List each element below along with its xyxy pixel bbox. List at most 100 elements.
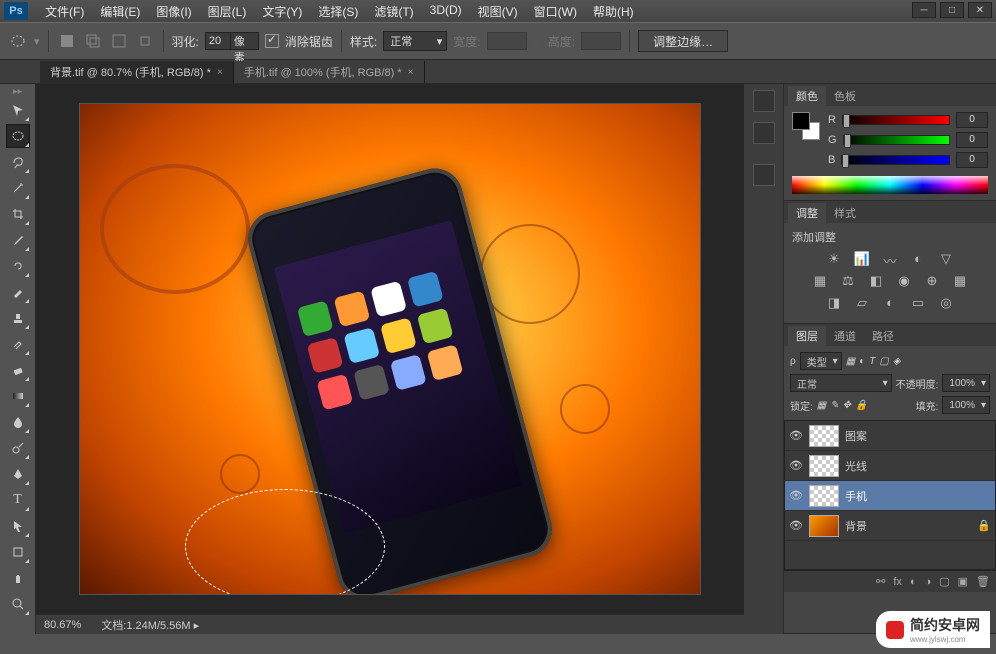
canvas-viewport[interactable] [36,84,744,614]
maximize-button[interactable]: □ [940,2,964,18]
dodge-tool[interactable] [6,436,30,460]
hue-icon[interactable]: ▦ [811,273,829,289]
posterize-icon[interactable]: ▱ [853,295,871,311]
tab-styles[interactable]: 样式 [826,203,864,223]
gradient-tool[interactable] [6,384,30,408]
menu-image[interactable]: 图像(I) [149,1,198,22]
lock-paint-icon[interactable]: ✎ [830,400,838,411]
menu-type[interactable]: 文字(Y) [255,1,309,22]
history-brush-tool[interactable] [6,332,30,356]
spectrum-picker[interactable] [792,176,988,194]
fg-bg-color[interactable] [792,112,820,140]
new-fill-icon[interactable]: ◑ [925,576,932,588]
close-button[interactable]: ✕ [968,2,992,18]
minimize-button[interactable]: ─ [912,2,936,18]
layer-filter-dropdown[interactable]: 类型 [800,352,842,370]
sub-selection-icon[interactable] [109,31,129,51]
b-value[interactable]: 0 [956,152,988,168]
doc-tab-active[interactable]: 背景.tif @ 80.7% (手机, RGB/8) *× [40,61,234,83]
marquee-selection[interactable] [185,489,385,594]
blend-mode-dropdown[interactable]: 正常 [790,374,892,392]
filter-shape-icon[interactable]: ▢ [879,356,888,367]
lock-transparency-icon[interactable]: ▦ [817,400,826,411]
photo-filter-icon[interactable]: ◉ [895,273,913,289]
menu-select[interactable]: 选择(S) [311,1,365,22]
move-tool[interactable] [6,98,30,122]
layer-item[interactable]: 👁图案 [785,421,995,451]
eraser-tool[interactable] [6,358,30,382]
pen-tool[interactable] [6,462,30,486]
layer-thumb[interactable] [809,485,839,507]
stamp-tool[interactable] [6,306,30,330]
balance-icon[interactable]: ⚖ [839,273,857,289]
marquee-tool[interactable] [6,124,30,148]
panel-icon-2[interactable] [753,122,775,144]
lasso-tool[interactable] [6,150,30,174]
link-icon[interactable]: ⚯ [876,575,885,588]
close-icon[interactable]: × [408,67,414,78]
crop-tool[interactable] [6,202,30,226]
wand-tool[interactable] [6,176,30,200]
invert-icon[interactable]: ◨ [825,295,843,311]
eye-icon[interactable]: 👁 [789,519,803,532]
lock-position-icon[interactable]: ✥ [843,400,851,411]
add-selection-icon[interactable] [83,31,103,51]
layer-name[interactable]: 背景 [845,518,867,534]
canvas[interactable] [80,104,700,594]
menu-3d[interactable]: 3D(D) [423,1,469,22]
close-icon[interactable]: × [217,67,223,78]
lock-all-icon[interactable]: 🔒 [855,400,867,411]
opacity-input[interactable]: 100% [942,374,990,392]
menu-help[interactable]: 帮助(H) [586,1,641,22]
g-value[interactable]: 0 [956,132,988,148]
type-tool[interactable]: T [6,488,30,512]
layer-item[interactable]: 👁光线 [785,451,995,481]
trash-icon[interactable]: 🗑 [976,575,990,588]
layer-thumb[interactable] [809,515,839,537]
tab-adjustments[interactable]: 调整 [788,203,826,223]
layer-name[interactable]: 手机 [845,488,867,504]
zoom-tool[interactable] [6,592,30,616]
r-value[interactable]: 0 [956,112,988,128]
gradient-map-icon[interactable]: ▭ [909,295,927,311]
lookup-icon[interactable]: ▦ [951,273,969,289]
heal-tool[interactable] [6,254,30,278]
shape-tool[interactable] [6,540,30,564]
layer-thumb[interactable] [809,425,839,447]
levels-icon[interactable]: 📊 [853,251,871,267]
layer-name[interactable]: 光线 [845,458,867,474]
tab-layers[interactable]: 图层 [788,326,826,346]
mask-icon[interactable]: ◐ [910,576,917,588]
menu-file[interactable]: 文件(F) [38,1,91,22]
tab-paths[interactable]: 路径 [864,326,902,346]
fill-input[interactable]: 100% [942,396,990,414]
new-selection-icon[interactable] [57,31,77,51]
menu-view[interactable]: 视图(V) [471,1,525,22]
path-select-tool[interactable] [6,514,30,538]
style-dropdown[interactable]: 正常 [383,31,447,51]
threshold-icon[interactable]: ◐ [881,295,899,311]
panel-icon-3[interactable] [753,164,775,186]
r-slider[interactable] [842,115,950,125]
vibrance-icon[interactable]: ▽ [937,251,955,267]
blur-tool[interactable] [6,410,30,434]
eye-icon[interactable]: 👁 [789,489,803,502]
tab-channels[interactable]: 通道 [826,326,864,346]
layer-thumb[interactable] [809,455,839,477]
fx-icon[interactable]: fx [893,576,902,588]
menu-layer[interactable]: 图层(L) [201,1,254,22]
curves-icon[interactable]: 〰 [881,251,899,267]
brightness-icon[interactable]: ☀ [825,251,843,267]
mixer-icon[interactable]: ⊕ [923,273,941,289]
antialias-checkbox[interactable] [265,34,279,48]
menu-window[interactable]: 窗口(W) [527,1,584,22]
tab-color[interactable]: 颜色 [788,86,826,106]
tab-swatches[interactable]: 色板 [826,86,864,106]
bw-icon[interactable]: ◧ [867,273,885,289]
feather-input[interactable] [205,32,231,50]
panel-icon-1[interactable] [753,90,775,112]
menu-filter[interactable]: 滤镜(T) [367,1,420,22]
hand-tool[interactable] [6,566,30,590]
eyedropper-tool[interactable] [6,228,30,252]
filter-pixel-icon[interactable]: ▦ [846,356,855,367]
